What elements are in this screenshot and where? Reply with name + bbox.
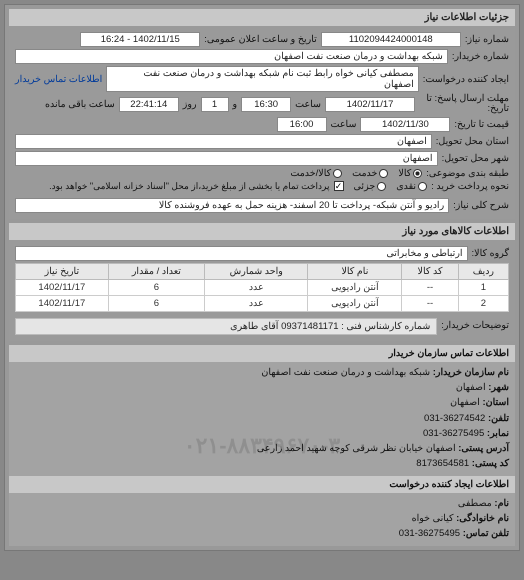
table-row: 2 -- آنتن رادیویی عدد 6 1402/11/17 bbox=[16, 295, 509, 311]
buyer-name-field: شبکه بهداشت و درمان صنعت نفت اصفهان bbox=[15, 49, 448, 64]
province-val: اصفهان bbox=[450, 397, 480, 408]
fname-val: مصطفی bbox=[458, 498, 492, 509]
deliv-prov-field: اصفهان bbox=[15, 134, 432, 149]
radio-dot-icon bbox=[418, 182, 427, 191]
pack-label: طبقه بندی موضوعی: bbox=[426, 168, 509, 179]
day-label: روز bbox=[183, 99, 197, 110]
checkbox-treasury[interactable] bbox=[334, 181, 344, 191]
creator-field: مصطفی کیانی خواه رابط ثبت نام شبکه بهداش… bbox=[106, 66, 419, 92]
col-date: تاریخ نیاز bbox=[16, 263, 109, 279]
radio-dot-icon bbox=[377, 182, 386, 191]
fname-label: نام: bbox=[494, 498, 509, 509]
col-unit: واحد شمارش bbox=[205, 263, 308, 279]
deliv-city-label: شهر محل تحویل: bbox=[442, 153, 509, 164]
province-label: استان: bbox=[482, 397, 509, 408]
post-label: کد پستی: bbox=[472, 458, 509, 469]
pay-note: پرداخت تمام یا بخشی از مبلغ خرید،از محل … bbox=[49, 181, 329, 192]
items-table: ردیف کد کالا نام کالا واحد شمارش تعداد /… bbox=[15, 263, 509, 312]
deadline-time-field: 16:30 bbox=[241, 97, 291, 112]
remain-time-field: 22:41:14 bbox=[119, 97, 179, 112]
valid-label: قیمت تا تاریخ: bbox=[454, 119, 509, 130]
creator-label: ایجاد کننده درخواست: bbox=[423, 74, 509, 85]
radio-service-only[interactable]: خدمت bbox=[352, 168, 388, 179]
deliv-city-field: اصفهان bbox=[15, 151, 438, 166]
deadline-date-field: 1402/11/17 bbox=[325, 97, 415, 112]
and-label: و bbox=[233, 99, 238, 110]
buyer-name-label: شماره خریدار: bbox=[452, 51, 509, 62]
col-qty: تعداد / مقدار bbox=[108, 263, 204, 279]
prov-val: اصفهان bbox=[456, 382, 486, 393]
radio-service[interactable]: کالا/خدمت bbox=[290, 168, 342, 179]
subject-label: شرح کلی نیاز: bbox=[453, 200, 509, 211]
addr-val: اصفهان خیابان نظر شرقی کوچه شهید احمد زا… bbox=[257, 443, 456, 454]
lname-label: نام خانوادگی: bbox=[456, 513, 509, 524]
tel-val: 36274542-031 bbox=[424, 413, 485, 424]
addr-label: آدرس پستی: bbox=[458, 443, 509, 454]
radio-goods[interactable]: کالا bbox=[398, 168, 422, 179]
org-label: نام سازمان خریدار: bbox=[433, 367, 509, 378]
lname-val: کیانی خواه bbox=[412, 513, 454, 524]
radio-dot-icon bbox=[413, 169, 422, 178]
subject-field: رادیو و آنتن شبکه- پرداخت تا 20 اسفند- ه… bbox=[15, 198, 449, 213]
radio-partial[interactable]: جزئی bbox=[354, 181, 387, 192]
radio-dot-icon bbox=[333, 169, 342, 178]
prov-label: شهر: bbox=[488, 382, 509, 393]
req-no-label: شماره نیاز: bbox=[465, 34, 509, 45]
deliv-prov-label: استان محل تحویل: bbox=[436, 136, 509, 147]
buyer-note: شماره کارشناس فنی : 09371481171 آقای طاه… bbox=[15, 318, 437, 335]
tel-label: تلفن: bbox=[488, 413, 509, 424]
buyer-contact-link[interactable]: اطلاعات تماس خریدار bbox=[15, 74, 102, 85]
pub-date-label: تاریخ و ساعت اعلان عمومی: bbox=[204, 34, 317, 45]
group-label: گروه کالا: bbox=[472, 248, 509, 259]
valid-date-field: 1402/11/30 bbox=[360, 117, 450, 132]
fax-label: نمابر: bbox=[487, 428, 509, 439]
deadline-label: مهلت ارسال پاسخ: تا تاریخ: bbox=[419, 94, 509, 115]
pub-date-field: 1402/11/15 - 16:24 bbox=[80, 32, 200, 47]
contact-title: اطلاعات تماس سازمان خریدار bbox=[9, 345, 515, 362]
ctel-val: 36275495-031 bbox=[399, 528, 460, 539]
remain-suffix: ساعت باقی مانده bbox=[45, 99, 115, 110]
req-no-field: 1102094424000148 bbox=[321, 32, 461, 47]
remain-days-field: 1 bbox=[201, 97, 229, 112]
buyer-note-label: توضیحات خریدار: bbox=[441, 320, 509, 331]
post-val: 8173654581 bbox=[416, 458, 469, 469]
table-row: 1 -- آنتن رادیویی عدد 6 1402/11/17 bbox=[16, 279, 509, 295]
group-field: ارتباطی و مخابراتی bbox=[15, 246, 468, 261]
items-title: اطلاعات کالاهای مورد نیاز bbox=[9, 223, 515, 240]
radio-cash[interactable]: نقدی bbox=[396, 181, 427, 192]
time-label-2: ساعت bbox=[331, 119, 357, 130]
radio-dot-icon bbox=[379, 169, 388, 178]
time-label-1: ساعت bbox=[295, 99, 321, 110]
col-code: کد کالا bbox=[402, 263, 458, 279]
header-title: جزئیات اطلاعات نیاز bbox=[9, 9, 515, 26]
contact-title-2: اطلاعات ایجاد کننده درخواست bbox=[9, 476, 515, 493]
fax-val: 36275495-031 bbox=[423, 428, 484, 439]
valid-time-field: 16:00 bbox=[277, 117, 327, 132]
col-row: ردیف bbox=[458, 263, 508, 279]
ctel-label: تلفن تماس: bbox=[463, 528, 509, 539]
payment-label: نحوه پرداخت خرید : bbox=[431, 181, 509, 192]
org-val: شبکه بهداشت و درمان صنعت نفت اصفهان bbox=[261, 367, 430, 378]
col-name: نام کالا bbox=[308, 263, 402, 279]
